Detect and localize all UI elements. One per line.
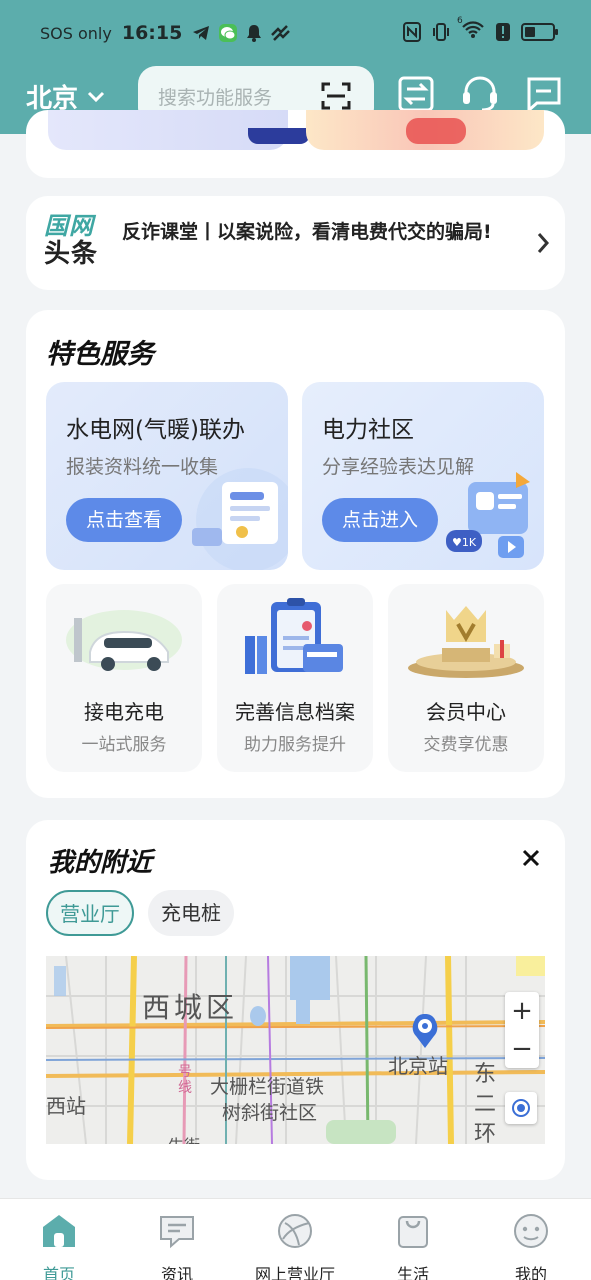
bell-icon bbox=[247, 25, 262, 42]
tab-life[interactable]: 生活 bbox=[354, 1211, 472, 1280]
documents-illustration-icon bbox=[192, 468, 288, 570]
tile-title: 接电充电 bbox=[84, 700, 164, 724]
tab-label: 生活 bbox=[396, 1265, 429, 1280]
map-label-station: 北京站 bbox=[388, 1054, 448, 1078]
tab-label: 资讯 bbox=[160, 1265, 193, 1280]
bottom-tab-bar: 首页 资讯 网上营业厅 生活 我的 bbox=[0, 1198, 591, 1280]
power-community-tile[interactable]: 电力社区 分享经验表达见解 点击进入 ♥1K bbox=[302, 382, 544, 570]
wechat-icon bbox=[219, 24, 238, 42]
logo-top: 国网 bbox=[44, 212, 94, 240]
locate-icon bbox=[512, 1099, 530, 1117]
map-label-street: 牛街 bbox=[168, 1132, 200, 1144]
view-button[interactable]: 点击查看 bbox=[66, 498, 183, 542]
message-icon bbox=[527, 77, 561, 113]
shopping-bag-icon bbox=[398, 1216, 428, 1248]
map-label-ring-road: 东二环 bbox=[474, 1062, 497, 1144]
tile-title: 会员中心 bbox=[426, 700, 506, 724]
wifi-icon bbox=[462, 21, 484, 38]
tab-home[interactable]: 首页 bbox=[0, 1211, 118, 1280]
promo-banner-left[interactable] bbox=[48, 110, 310, 150]
tab-label: 网上营业厅 bbox=[254, 1265, 335, 1280]
chevron-right-icon[interactable] bbox=[533, 230, 553, 256]
chip-service-hall[interactable]: 营业厅 bbox=[46, 890, 134, 936]
section-title: 我的附近 bbox=[48, 848, 153, 878]
promo-banner-right[interactable] bbox=[306, 110, 544, 150]
headset-icon bbox=[463, 76, 497, 112]
locate-me-button[interactable] bbox=[505, 1092, 537, 1124]
alert-icon bbox=[496, 23, 510, 41]
carrier-text: SOS only bbox=[40, 23, 112, 43]
map-label-district: 西城区 bbox=[142, 991, 239, 1024]
vip-trophy-icon bbox=[408, 606, 524, 678]
app-notification-icon bbox=[271, 25, 291, 41]
tab-news[interactable]: 资讯 bbox=[118, 1211, 236, 1280]
featured-services-card: 特色服务 水电网(气暖)联办 报装资料统一收集 点击查看 电力社区 分享经验表达… bbox=[26, 310, 565, 798]
profile-face-icon bbox=[514, 1214, 548, 1248]
community-illustration-icon: ♥1K bbox=[446, 472, 530, 558]
member-center-tile[interactable]: 会员中心 交费享优惠 bbox=[388, 584, 544, 772]
tab-online-hall[interactable]: 网上营业厅 bbox=[236, 1211, 354, 1280]
service-hall-marker-icon[interactable] bbox=[410, 1012, 440, 1050]
clipboard-icon bbox=[245, 598, 343, 674]
home-icon bbox=[43, 1215, 75, 1247]
battery-icon bbox=[521, 23, 558, 41]
status-bar: SOS only 16:15 6 bbox=[0, 0, 591, 62]
map-label-community-1: 大栅栏街道铁 bbox=[210, 1076, 325, 1098]
ev-charging-tile[interactable]: 接电充电 一站式服务 bbox=[46, 584, 202, 772]
nearby-card: 我的附近 营业厅 充电桩 西城区 北京站 大栅栏街道铁 树斜街社区 西站 东二环… bbox=[26, 820, 565, 1180]
tile-title: 电力社区 bbox=[322, 417, 414, 443]
chevron-down-icon bbox=[87, 91, 105, 102]
map-label-community-2: 树斜街社区 bbox=[222, 1102, 318, 1124]
tile-title: 水电网(气暖)联办 bbox=[66, 417, 245, 443]
news-headline-card[interactable]: 国网 头条 反诈课堂丨以案说险，看清电费代交的骗局! bbox=[26, 196, 565, 290]
complete-profile-tile[interactable]: 完善信息档案 助力服务提升 bbox=[217, 584, 373, 772]
close-icon[interactable] bbox=[519, 846, 543, 870]
switch-icon bbox=[398, 76, 434, 112]
tile-subtitle: 一站式服务 bbox=[81, 735, 167, 755]
map-zoom-control: + − bbox=[505, 992, 539, 1068]
svg-text:♥1K: ♥1K bbox=[452, 536, 477, 549]
sgcc-headlines-logo: 国网 头条 bbox=[44, 212, 108, 268]
promo-banner[interactable] bbox=[26, 110, 565, 178]
section-title: 特色服务 bbox=[46, 339, 154, 370]
nfc-icon bbox=[403, 22, 421, 42]
nearby-map[interactable]: 西城区 北京站 大栅栏街道铁 树斜街社区 西站 东二环 号线 牛街 + − bbox=[46, 956, 545, 1144]
tile-title: 完善信息档案 bbox=[235, 700, 355, 724]
tile-subtitle: 交费享优惠 bbox=[423, 735, 509, 755]
globe-icon bbox=[278, 1214, 312, 1248]
tab-label: 首页 bbox=[42, 1265, 75, 1280]
telegram-icon bbox=[193, 26, 210, 40]
map-label-subway-line: 号线 bbox=[178, 1064, 192, 1096]
zoom-in-button[interactable]: + bbox=[505, 992, 539, 1030]
clock: 16:15 bbox=[121, 22, 183, 44]
tile-subtitle: 助力服务提升 bbox=[244, 735, 346, 755]
news-icon bbox=[160, 1216, 194, 1249]
news-headline[interactable]: 反诈课堂丨以案说险，看清电费代交的骗局! bbox=[122, 218, 502, 246]
vibrate-icon bbox=[433, 23, 449, 41]
utility-joint-service-tile[interactable]: 水电网(气暖)联办 报装资料统一收集 点击查看 bbox=[46, 382, 288, 570]
chip-charging-pile[interactable]: 充电桩 bbox=[148, 890, 234, 936]
tab-label: 我的 bbox=[514, 1265, 547, 1280]
wifi-6-label: 6 bbox=[457, 16, 463, 26]
zoom-out-button[interactable]: − bbox=[505, 1030, 539, 1068]
logo-bottom: 头条 bbox=[44, 239, 99, 269]
tab-mine[interactable]: 我的 bbox=[472, 1211, 590, 1280]
electric-car-icon bbox=[66, 610, 182, 671]
map-label-west-station: 西站 bbox=[46, 1094, 86, 1118]
enter-button[interactable]: 点击进入 bbox=[322, 498, 439, 542]
search-input[interactable]: 搜索功能服务 bbox=[158, 83, 316, 110]
